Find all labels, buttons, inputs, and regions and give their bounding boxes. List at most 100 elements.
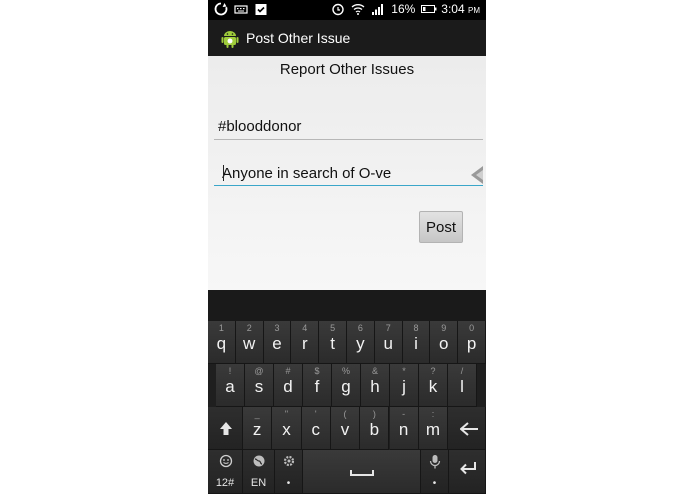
settings-key[interactable]: • <box>275 450 303 494</box>
key-f[interactable]: $ f <box>303 364 332 407</box>
key-k[interactable]: ? k <box>419 364 448 407</box>
key-q[interactable]: 1q <box>208 321 236 364</box>
key-label: x <box>282 420 291 439</box>
key-secondary-label: ' <box>314 409 317 419</box>
key-label: p <box>466 334 477 353</box>
key-secondary-label: 5 <box>330 323 336 333</box>
key-x[interactable]: " x <box>272 407 302 450</box>
signal-icon <box>371 2 385 16</box>
key-secondary-label: # <box>285 366 291 376</box>
key-secondary-label: : <box>431 409 435 419</box>
key-secondary-label: 6 <box>357 323 363 333</box>
sync-icon <box>214 2 228 16</box>
phone-screen: 16% 3:04 PM Post Other Issue Report Othe… <box>208 0 486 494</box>
key-secondary-label: 2 <box>246 323 252 333</box>
key-label: a <box>225 377 235 396</box>
key-m[interactable]: :m <box>418 407 449 450</box>
key-label: v <box>340 420 350 439</box>
battery-percent: 16% <box>391 2 416 16</box>
key-secondary-label: - <box>402 409 406 419</box>
key-c[interactable]: ' c <box>301 407 331 450</box>
key-label: d <box>283 377 293 396</box>
hashtag-input[interactable]: #blooddonor <box>214 117 483 140</box>
key-r[interactable]: 4r <box>291 321 320 364</box>
clock: 3:04 PM <box>441 2 480 16</box>
backspace-icon <box>460 422 479 436</box>
key-secondary-label: ( <box>343 409 347 419</box>
globe-icon <box>253 455 265 467</box>
key-label: z <box>252 420 262 439</box>
message-input[interactable]: Anyone in search of O-ve <box>214 163 483 186</box>
key-secondary-label: 8 <box>413 323 419 333</box>
key-label: m <box>425 420 441 439</box>
key-s[interactable]: @ s <box>245 364 274 407</box>
key-z[interactable]: _ z <box>243 407 273 450</box>
post-button[interactable]: Post <box>419 211 463 243</box>
soft-keyboard: 1 q 2 w 3 e 4 r 5 t 6 y 7 u 8 i 9 o 0 p! a @ s # d $ f% g & h * j? k / l _ z… <box>208 290 486 494</box>
space-bar-icon <box>350 470 374 476</box>
enter-icon <box>460 462 476 475</box>
key-secondary-label: % <box>341 366 350 376</box>
key-label: w <box>243 334 256 353</box>
settings-dot: • <box>286 478 291 489</box>
key-label: k <box>428 377 438 396</box>
status-bar: 16% 3:04 PM <box>208 0 486 20</box>
key-label: f <box>314 377 320 396</box>
page-title: Post Other Issue <box>246 30 351 46</box>
symbols-label: 12# <box>215 477 235 489</box>
backspace-key[interactable] <box>448 407 486 450</box>
microphone-icon <box>429 455 441 469</box>
text-cursor <box>223 165 224 181</box>
key-secondary-label: ) <box>372 409 376 419</box>
voice-input-key[interactable]: • <box>421 450 449 494</box>
key-o[interactable]: 9o <box>430 321 459 364</box>
key-e[interactable]: 3e <box>263 321 292 364</box>
key-label: n <box>398 420 409 439</box>
key-g[interactable]: % g <box>332 364 361 407</box>
language-label: EN <box>250 477 267 489</box>
shift-icon <box>220 422 232 435</box>
key-v[interactable]: (v <box>330 407 361 450</box>
key-n[interactable]: -n <box>389 407 419 450</box>
key-u[interactable]: 7u <box>374 321 403 364</box>
shift-key[interactable] <box>208 407 243 450</box>
clipboard-check-icon <box>254 2 268 16</box>
key-i[interactable]: 8i <box>402 321 431 364</box>
key-secondary-label: 1 <box>218 323 224 333</box>
key-l[interactable]: / l <box>448 364 477 407</box>
key-label: e <box>272 334 282 353</box>
key-label: y <box>356 334 365 353</box>
battery-icon <box>421 2 437 16</box>
keyboard-notification-icon <box>234 2 248 16</box>
wifi-icon <box>351 2 365 16</box>
symbols-key[interactable]: 12# <box>208 450 243 494</box>
key-a[interactable]: ! a <box>216 364 245 407</box>
hashtag-input-value: #blooddonor <box>218 118 302 135</box>
key-secondary-label: _ <box>254 409 260 419</box>
key-w[interactable]: 2w <box>235 321 264 364</box>
key-secondary-label: 9 <box>441 323 447 333</box>
space-key[interactable] <box>303 450 421 494</box>
key-j[interactable]: * j <box>390 364 419 407</box>
android-app-icon[interactable] <box>219 27 241 49</box>
key-b[interactable]: ) b <box>360 407 390 450</box>
key-y[interactable]: 6y <box>347 321 375 364</box>
key-label: q <box>216 334 227 353</box>
key-label: g <box>341 377 351 396</box>
report-form: Report Other Issues #blooddonor Anyone i… <box>208 56 486 290</box>
key-t[interactable]: 5t <box>319 321 347 364</box>
key-label: i <box>414 334 418 353</box>
key-secondary-label: * <box>402 366 406 376</box>
key-d[interactable]: # d <box>274 364 303 407</box>
key-p[interactable]: 0p <box>458 321 486 364</box>
key-secondary-label: 4 <box>302 323 308 333</box>
key-secondary-label: @ <box>254 366 264 376</box>
text-selection-handle-icon[interactable] <box>467 164 485 186</box>
action-bar: Post Other Issue <box>208 20 486 56</box>
key-h[interactable]: & h <box>361 364 390 407</box>
keyboard-suggestion-bar <box>208 290 486 322</box>
message-input-value: Anyone in search of O-ve <box>222 165 392 182</box>
language-key[interactable]: EN <box>243 450 275 494</box>
enter-key[interactable] <box>449 450 486 494</box>
key-label: c <box>311 420 320 439</box>
